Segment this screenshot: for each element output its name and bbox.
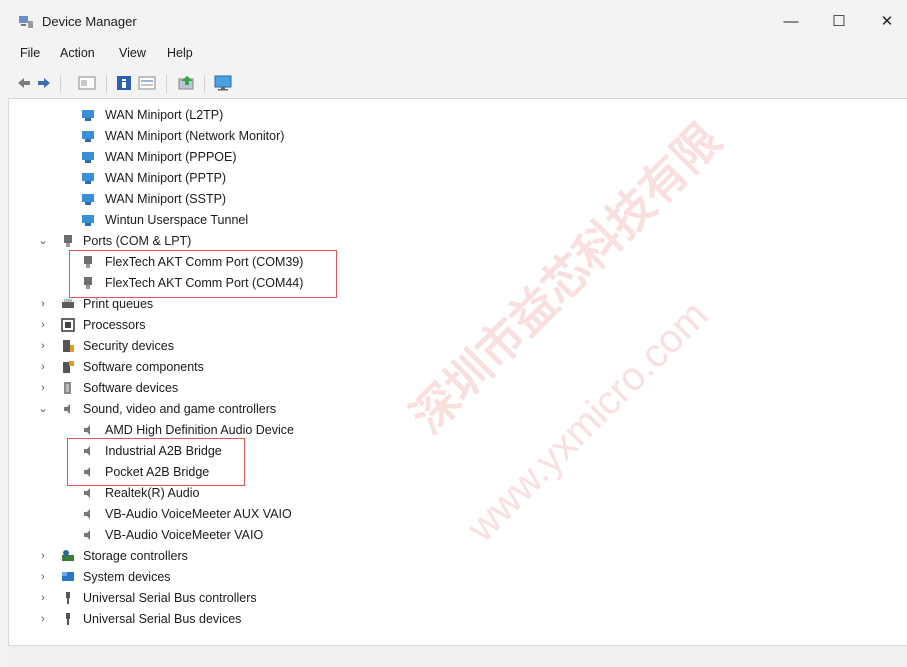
speaker-icon: [84, 488, 90, 498]
collapse-chevron-icon[interactable]: ›: [37, 378, 49, 398]
tree-category-label: Ports (COM & LPT): [83, 234, 192, 248]
network-adapter-icon: [82, 131, 94, 142]
watermark-text-url: www.yxmicro.com: [459, 292, 717, 551]
tree-item-label: WAN Miniport (L2TP): [105, 108, 224, 122]
network-adapter-icon: [82, 173, 94, 184]
tree-category-label: Software devices: [83, 381, 179, 395]
expand-chevron-icon[interactable]: ⌄: [37, 231, 49, 251]
toolbar-separator: [106, 75, 107, 93]
tree-item-label: WAN Miniport (SSTP): [105, 192, 227, 206]
security-icon: [63, 340, 74, 352]
collapse-chevron-icon[interactable]: ›: [37, 588, 49, 608]
tree-item-label: Wintun Userspace Tunnel: [105, 213, 249, 227]
menu-view[interactable]: View: [119, 46, 146, 60]
collapse-chevron-icon[interactable]: ›: [37, 294, 49, 314]
maximize-button[interactable]: ☐: [824, 8, 854, 34]
collapse-chevron-icon[interactable]: ›: [37, 336, 49, 356]
tree-category-label: Sound, video and game controllers: [83, 402, 277, 416]
system-icon: [62, 572, 74, 581]
forward-arrow-icon[interactable]: [36, 75, 52, 91]
tree-item-label: AMD High Definition Audio Device: [105, 423, 294, 437]
watermark-text-cn: 深圳市益芯科技有限: [401, 113, 731, 443]
update-driver-icon[interactable]: [178, 75, 196, 91]
collapse-chevron-icon[interactable]: ›: [37, 315, 49, 335]
printer-icon: [62, 299, 74, 308]
usb-icon: [66, 592, 70, 604]
menu-help[interactable]: Help: [167, 46, 193, 60]
monitor-scan-icon[interactable]: [214, 75, 232, 91]
device-tree[interactable]: WAN Miniport (L2TP) WAN Miniport (Networ…: [8, 98, 907, 646]
tree-category-label: Universal Serial Bus devices: [83, 612, 242, 626]
collapse-chevron-icon[interactable]: ›: [37, 567, 49, 587]
tree-category-label: Storage controllers: [83, 549, 188, 563]
view-icon[interactable]: [138, 75, 156, 91]
expand-chevron-icon[interactable]: ⌄: [37, 399, 49, 419]
toolbar-separator: [204, 75, 205, 93]
software-component-icon: [63, 361, 74, 373]
title-bar: Device Manager — ☐ ✕: [0, 0, 907, 40]
tree-category-label: Processors: [83, 318, 146, 332]
speaker-icon: [84, 530, 90, 540]
toolbar: [0, 70, 907, 98]
device-manager-icon: [19, 16, 33, 28]
tree-category-label: Print queues: [83, 297, 154, 311]
speaker-icon: [84, 509, 90, 519]
menu-bar: File Action View Help: [0, 42, 907, 66]
properties-icon[interactable]: [116, 75, 132, 91]
software-device-icon: [64, 382, 71, 394]
ports-highlight-box: [69, 250, 337, 298]
menu-file[interactable]: File: [20, 46, 40, 60]
a2b-highlight-box: [67, 438, 245, 486]
collapse-chevron-icon[interactable]: ›: [37, 357, 49, 377]
tree-item-label: WAN Miniport (PPPOE): [105, 150, 237, 164]
usb-icon: [66, 613, 70, 625]
tree-category-label: Security devices: [83, 339, 175, 353]
status-bar: [8, 646, 907, 667]
port-icon: [64, 235, 72, 247]
tree-item-label: WAN Miniport (Network Monitor): [105, 129, 285, 143]
speaker-icon: [84, 425, 90, 435]
speaker-icon: [64, 404, 70, 414]
toolbar-separator: [166, 75, 167, 93]
processor-icon: [61, 318, 75, 332]
tree-category-label: Software components: [83, 360, 204, 374]
tree-item-label: VB-Audio VoiceMeeter AUX VAIO: [105, 507, 292, 521]
network-adapter-icon: [82, 215, 94, 226]
collapse-chevron-icon[interactable]: ›: [37, 609, 49, 629]
back-arrow-icon[interactable]: [16, 75, 32, 91]
collapse-chevron-icon[interactable]: ›: [37, 546, 49, 566]
tree-category-label: Universal Serial Bus controllers: [83, 591, 257, 605]
network-adapter-icon: [82, 194, 94, 205]
close-button[interactable]: ✕: [872, 8, 902, 34]
tree-category-label: System devices: [83, 570, 171, 584]
window-title: Device Manager: [42, 14, 137, 29]
storage-icon: [62, 550, 74, 561]
menu-action[interactable]: Action: [60, 46, 95, 60]
minimize-button[interactable]: —: [776, 8, 806, 34]
toolbar-separator: [60, 75, 61, 93]
show-hide-icon[interactable]: [78, 75, 96, 91]
network-adapter-icon: [82, 152, 94, 163]
tree-item-label: VB-Audio VoiceMeeter VAIO: [105, 528, 264, 542]
network-adapter-icon: [82, 110, 94, 121]
tree-item-label: Realtek(R) Audio: [105, 486, 200, 500]
tree-item-label: WAN Miniport (PPTP): [105, 171, 227, 185]
